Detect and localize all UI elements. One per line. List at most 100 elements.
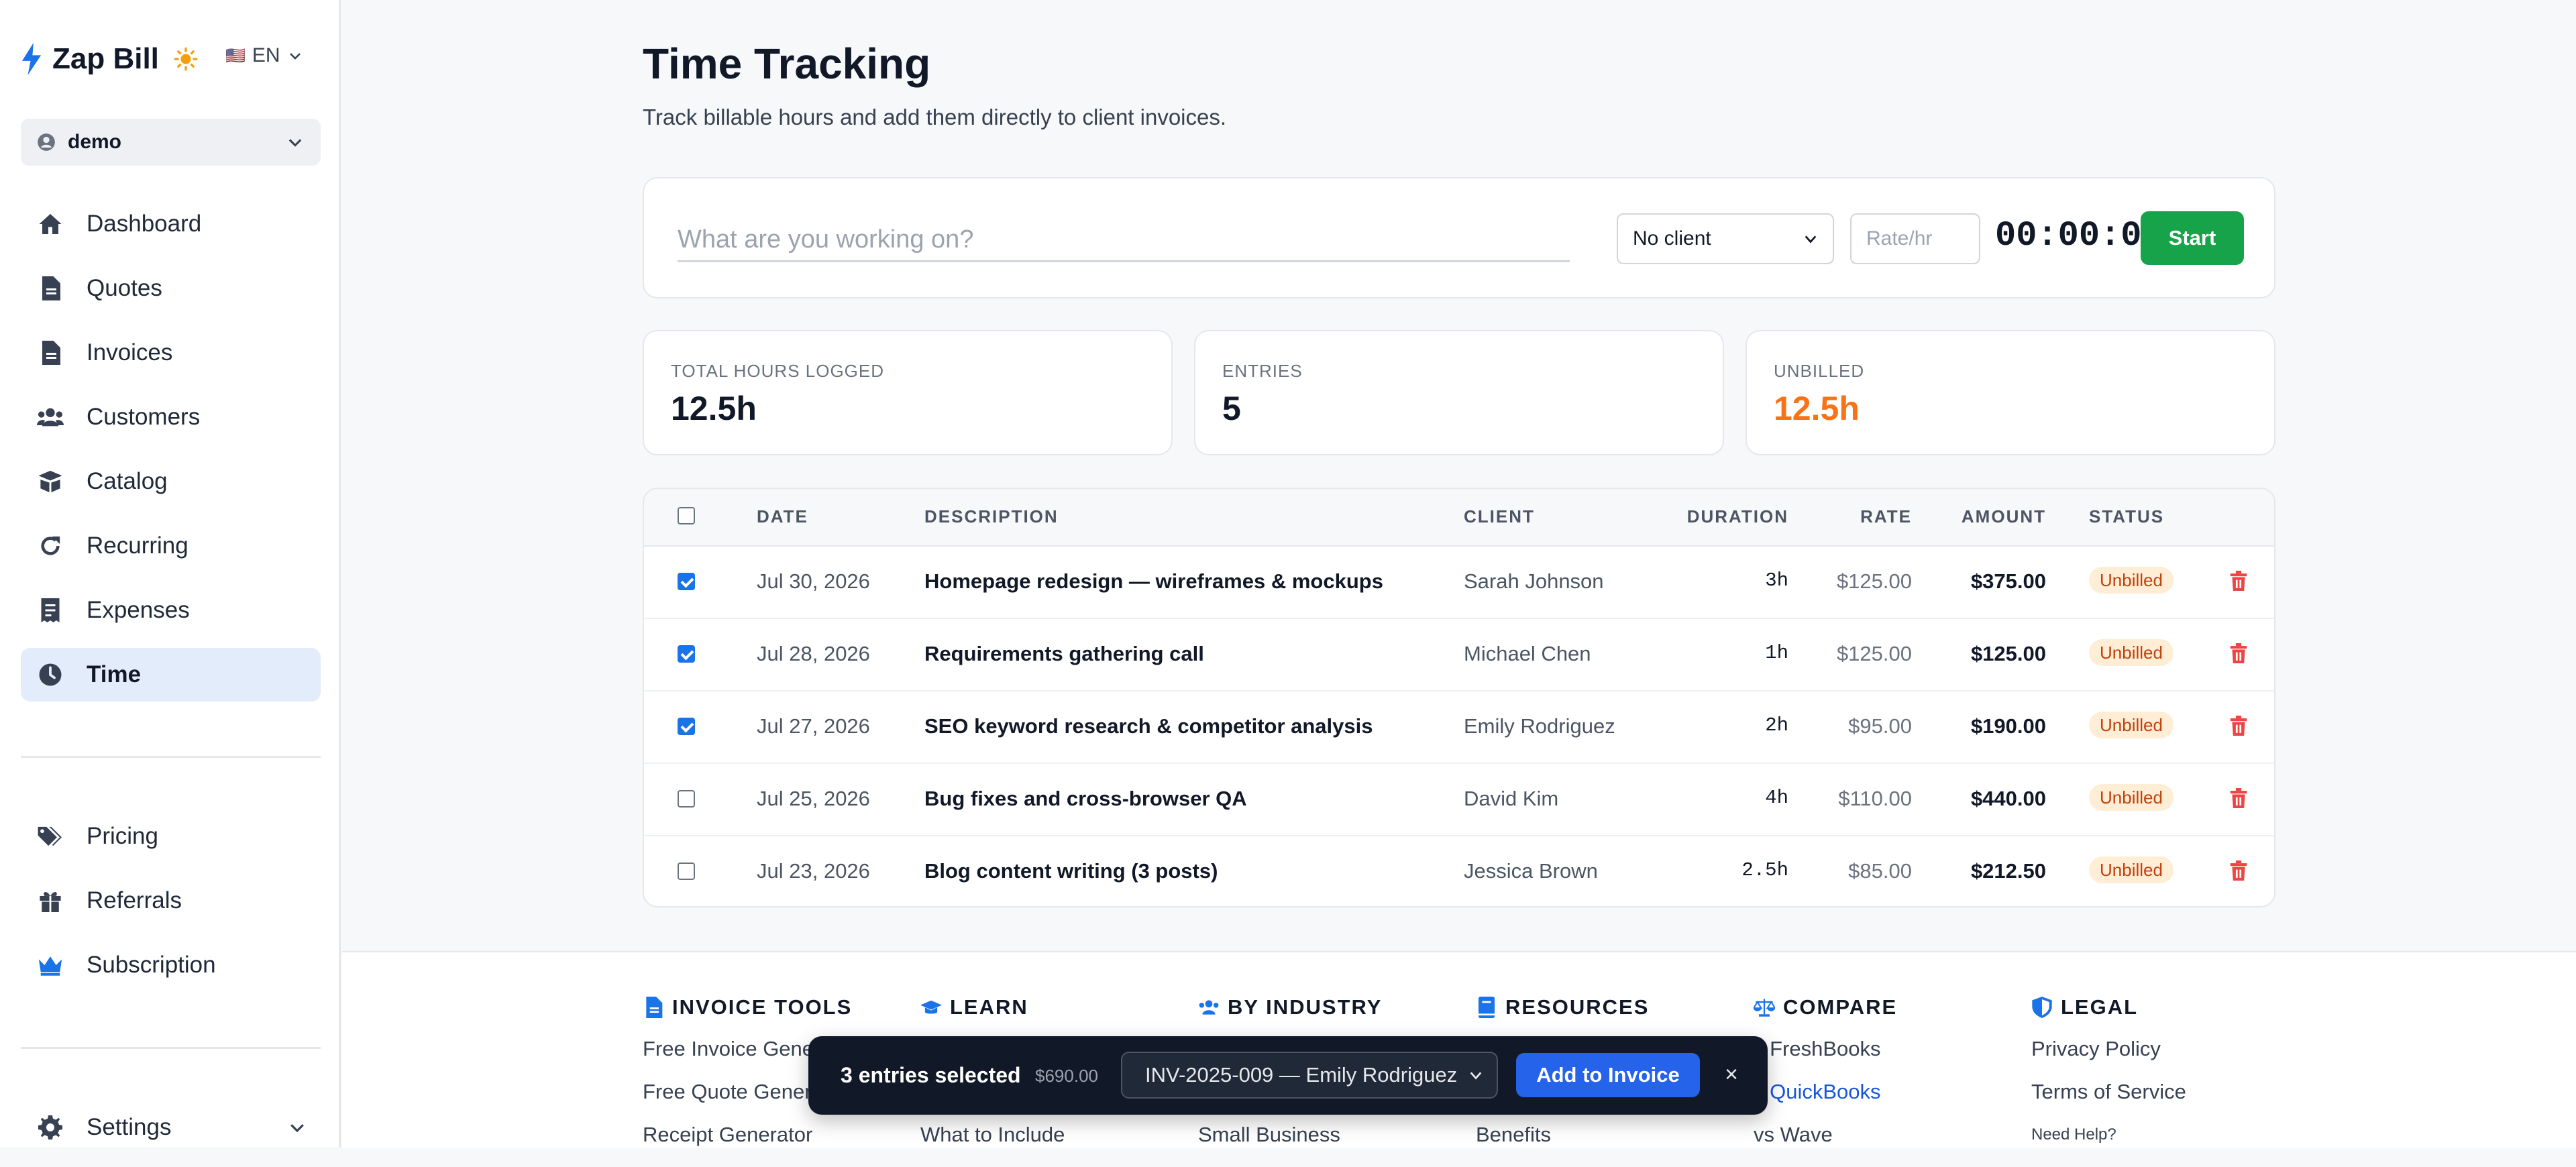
footer-link[interactable]: vs Wave	[1754, 1124, 1897, 1167]
status-badge: Unbilled	[2089, 784, 2174, 811]
footer-link[interactable]: Receipt Generator	[643, 1124, 852, 1167]
start-button[interactable]: Start	[2141, 211, 2244, 265]
row-checkbox[interactable]	[678, 790, 695, 808]
footer-heading-text: COMPARE	[1783, 995, 1898, 1019]
footer-link[interactable]: s FreshBooks	[1754, 1038, 1897, 1081]
sidebar-item-customers[interactable]: Customers	[21, 390, 321, 444]
entry-amount: $125.00	[1970, 642, 2046, 665]
row-checkbox[interactable]	[678, 645, 695, 663]
footer-link[interactable]: s QuickBooks	[1754, 1081, 1897, 1124]
stat-label: TOTAL HOURS LOGGED	[671, 361, 885, 381]
gear-icon	[37, 1114, 64, 1141]
sidebar-item-expenses[interactable]: Expenses	[21, 584, 321, 637]
entry-date: Jul 25, 2026	[757, 787, 870, 810]
workspace-name: demo	[68, 131, 122, 153]
footer-link[interactable]: Terms of Service	[2031, 1081, 2186, 1124]
table-row[interactable]: Jul 25, 2026 Bug fixes and cross-browser…	[644, 763, 2274, 836]
document-icon	[37, 339, 64, 366]
entry-description: Homepage redesign — wireframes & mockups	[924, 569, 1383, 593]
receipt-icon	[37, 597, 64, 624]
entry-rate: $125.00	[1836, 569, 1912, 593]
brand-logo[interactable]: Zap Bill	[20, 40, 198, 78]
chevron-down-icon	[290, 1124, 304, 1133]
entry-amount: $440.00	[1970, 787, 2046, 810]
table-header: DATE DESCRIPTION CLIENT DURATION RATE AM…	[644, 489, 2274, 547]
sidebar-item-catalog[interactable]: Catalog	[21, 455, 321, 508]
column-header-description[interactable]: DESCRIPTION	[924, 506, 1059, 527]
footer-heading: RESOURCES	[1476, 995, 1649, 1019]
tags-icon	[37, 823, 64, 850]
trash-icon[interactable]	[2229, 643, 2248, 663]
stat-card-entries: ENTRIES 5	[1194, 330, 1724, 455]
trash-icon[interactable]	[2229, 788, 2248, 808]
column-header-date[interactable]: DATE	[757, 506, 808, 527]
sidebar-item-subscription[interactable]: Subscription	[21, 938, 321, 992]
document-icon	[37, 275, 64, 302]
client-select[interactable]: No client	[1617, 213, 1834, 264]
sidebar-item-invoices[interactable]: Invoices	[21, 326, 321, 380]
footer-link[interactable]: Need Help?	[2031, 1124, 2186, 1167]
trash-icon[interactable]	[2229, 571, 2248, 591]
entry-rate: $125.00	[1836, 642, 1912, 665]
row-checkbox[interactable]	[678, 573, 695, 590]
sidebar-item-label: Subscription	[87, 952, 216, 978]
sidebar-item-pricing[interactable]: Pricing	[21, 810, 321, 863]
footer-link[interactable]: Small Business	[1198, 1124, 1382, 1167]
footer-heading: LEGAL	[2031, 995, 2186, 1019]
clock-icon	[37, 661, 64, 688]
page-subtitle: Track billable hours and add them direct…	[643, 105, 1227, 129]
stat-value: 5	[1222, 390, 1241, 427]
entry-date: Jul 30, 2026	[757, 569, 870, 593]
shield-icon	[2032, 997, 2052, 1018]
entry-date: Jul 27, 2026	[757, 714, 870, 738]
sidebar-item-time[interactable]: Time	[21, 648, 321, 702]
column-header-duration[interactable]: DURATION	[1687, 506, 1788, 527]
trash-icon[interactable]	[2229, 716, 2248, 736]
brand-name: Zap Bill	[52, 42, 159, 75]
footer-link[interactable]: What to Include	[920, 1124, 1065, 1167]
row-checkbox[interactable]	[678, 863, 695, 880]
column-header-amount[interactable]: AMOUNT	[1962, 506, 2046, 527]
theme-toggle-icon[interactable]	[174, 47, 198, 71]
table-row[interactable]: Jul 30, 2026 Homepage redesign — wirefra…	[644, 545, 2274, 619]
stat-label: UNBILLED	[1774, 361, 1865, 381]
select-all-checkbox[interactable]	[678, 507, 695, 524]
sidebar-item-label: Recurring	[87, 533, 189, 559]
footer-link[interactable]: Privacy Policy	[2031, 1038, 2186, 1081]
column-header-status[interactable]: STATUS	[2089, 506, 2164, 527]
client-select-value: No client	[1633, 227, 1711, 249]
row-checkbox[interactable]	[678, 718, 695, 735]
close-icon[interactable]: ×	[1721, 1063, 1741, 1086]
table-row[interactable]: Jul 28, 2026 Requirements gathering call…	[644, 618, 2274, 691]
sidebar-item-dashboard[interactable]: Dashboard	[21, 197, 321, 251]
footer-heading-text: BY INDUSTRY	[1228, 995, 1383, 1019]
footer-link[interactable]: Benefits	[1476, 1124, 1649, 1167]
sidebar-item-label: Dashboard	[87, 211, 202, 237]
trash-icon[interactable]	[2229, 860, 2248, 881]
box-icon	[37, 468, 64, 495]
language-selector[interactable]: 🇺🇸 EN	[225, 44, 303, 67]
table-row[interactable]: Jul 27, 2026 SEO keyword research & comp…	[644, 690, 2274, 764]
table-row[interactable]: Jul 23, 2026 Blog content writing (3 pos…	[644, 835, 2274, 906]
sidebar-item-recurring[interactable]: Recurring	[21, 519, 321, 573]
column-header-client[interactable]: CLIENT	[1464, 506, 1535, 527]
sidebar-item-referrals[interactable]: Referrals	[21, 874, 321, 928]
graduation-cap-icon	[920, 1000, 942, 1014]
sidebar-item-label: Pricing	[87, 823, 158, 849]
footer-heading-text: RESOURCES	[1505, 995, 1650, 1019]
time-entries-table: DATE DESCRIPTION CLIENT DURATION RATE AM…	[643, 488, 2275, 907]
workspace-selector[interactable]: demo	[21, 119, 321, 166]
selected-count: 3 entries selected	[841, 1063, 1021, 1087]
sidebar-item-settings[interactable]: Settings	[21, 1101, 321, 1154]
stat-value: 12.5h	[1774, 390, 1860, 427]
task-description-input[interactable]	[678, 219, 1570, 262]
add-to-invoice-button[interactable]: Add to Invoice	[1516, 1053, 1700, 1097]
book-icon	[1479, 997, 1495, 1018]
invoice-select[interactable]: INV-2025-009 — Emily Rodriguez	[1121, 1052, 1498, 1099]
column-header-rate[interactable]: RATE	[1860, 506, 1912, 527]
entry-description: Requirements gathering call	[924, 642, 1204, 665]
footer-column-compare: COMPARE s FreshBooks s QuickBooks vs Wav…	[1754, 995, 1897, 1167]
rate-input[interactable]	[1850, 213, 1980, 264]
sidebar-item-quotes[interactable]: Quotes	[21, 262, 321, 315]
footer-heading: COMPARE	[1754, 995, 1897, 1019]
